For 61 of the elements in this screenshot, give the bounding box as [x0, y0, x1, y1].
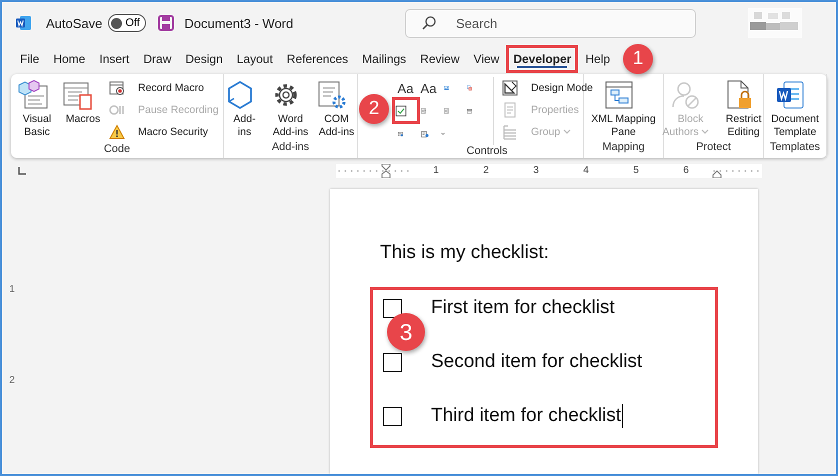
group-label: Add-ins: [270, 141, 310, 155]
ribbon-button[interactable]: Document Template: [770, 77, 820, 141]
component-gear-icon: [316, 79, 348, 111]
ribbon-tab[interactable]: File: [13, 45, 46, 73]
control-button[interactable]: [392, 97, 420, 124]
ribbon-tab[interactable]: Layout: [230, 45, 280, 73]
save-icon: [158, 15, 174, 31]
tab-stop-icon: [18, 167, 26, 175]
group-label: Protect: [695, 141, 732, 155]
checklist-item-text: Third item for checklist: [431, 404, 624, 428]
callout-badge: 2: [359, 94, 389, 124]
group-label: Mapping: [601, 141, 646, 155]
checkbox[interactable]: [383, 406, 402, 426]
ribbon-tab[interactable]: Design: [178, 45, 230, 73]
ribbon-tab[interactable]: Home: [46, 45, 92, 73]
group-label: Templates: [768, 141, 822, 155]
ribbon-tab[interactable]: Insert: [92, 45, 136, 73]
search-icon: [422, 16, 436, 30]
xml-tree-icon: [602, 79, 634, 111]
properties-icon: [502, 102, 518, 118]
ribbon-tab[interactable]: Mailings: [355, 45, 414, 73]
caret-icon: [563, 129, 572, 135]
ribbon-tab[interactable]: References: [280, 45, 356, 73]
ribbon-button[interactable]: Restrict Editing: [722, 77, 766, 141]
caret-icon: [700, 128, 709, 134]
group-label: Code: [102, 143, 132, 157]
ruler-number: 1: [9, 284, 15, 295]
code-window-icon: [16, 79, 48, 111]
ruler-number: 2: [9, 375, 15, 386]
callout-badge: 3: [387, 313, 425, 351]
ribbon-button[interactable]: Macros: [61, 77, 105, 143]
record-icon: [109, 80, 125, 96]
group-label: Controls: [466, 145, 508, 158]
ribbon-tab[interactable]: Help: [578, 45, 618, 73]
ribbon-button[interactable]: Design Mode: [500, 77, 595, 99]
ribbon-button[interactable]: Visual Basic: [15, 77, 59, 143]
ribbon-button[interactable]: COM Add-ins: [314, 77, 358, 141]
callout-badge: 1: [623, 44, 653, 74]
text-control-button[interactable]: Aa: [395, 77, 416, 99]
ribbon-tab[interactable]: Review: [413, 45, 467, 73]
ribbon-button[interactable]: Add- ins: [222, 77, 266, 141]
checkbox[interactable]: [383, 352, 402, 372]
group-lines-icon: [502, 124, 518, 140]
ribbon-button[interactable]: Word Add-ins: [268, 77, 312, 141]
checklist-item-text: First item for checklist: [431, 297, 615, 319]
autosave-toggle[interactable]: Off: [108, 14, 146, 32]
ribbon-tab[interactable]: Draw: [136, 45, 178, 73]
document-title: Document3 - Word: [184, 16, 294, 30]
ribbon-button[interactable]: Macro Security: [107, 121, 221, 143]
ribbon-tab[interactable]: Developer: [506, 45, 578, 73]
word-app-icon: [16, 15, 32, 31]
ribbon-button[interactable]: Record Macro: [107, 77, 221, 99]
autosave-label: AutoSave: [46, 16, 102, 30]
document-heading: This is my checklist:: [380, 241, 550, 265]
warning-icon: [109, 124, 125, 140]
search-field[interactable]: Search: [405, 8, 696, 38]
ruler-triangle-icon: [502, 80, 518, 96]
text-control-button[interactable]: Aa: [418, 77, 439, 99]
checklist-item-text: Second item for checklist: [431, 351, 642, 373]
ribbon-tab[interactable]: View: [466, 45, 506, 73]
caret-icon: [441, 131, 445, 137]
